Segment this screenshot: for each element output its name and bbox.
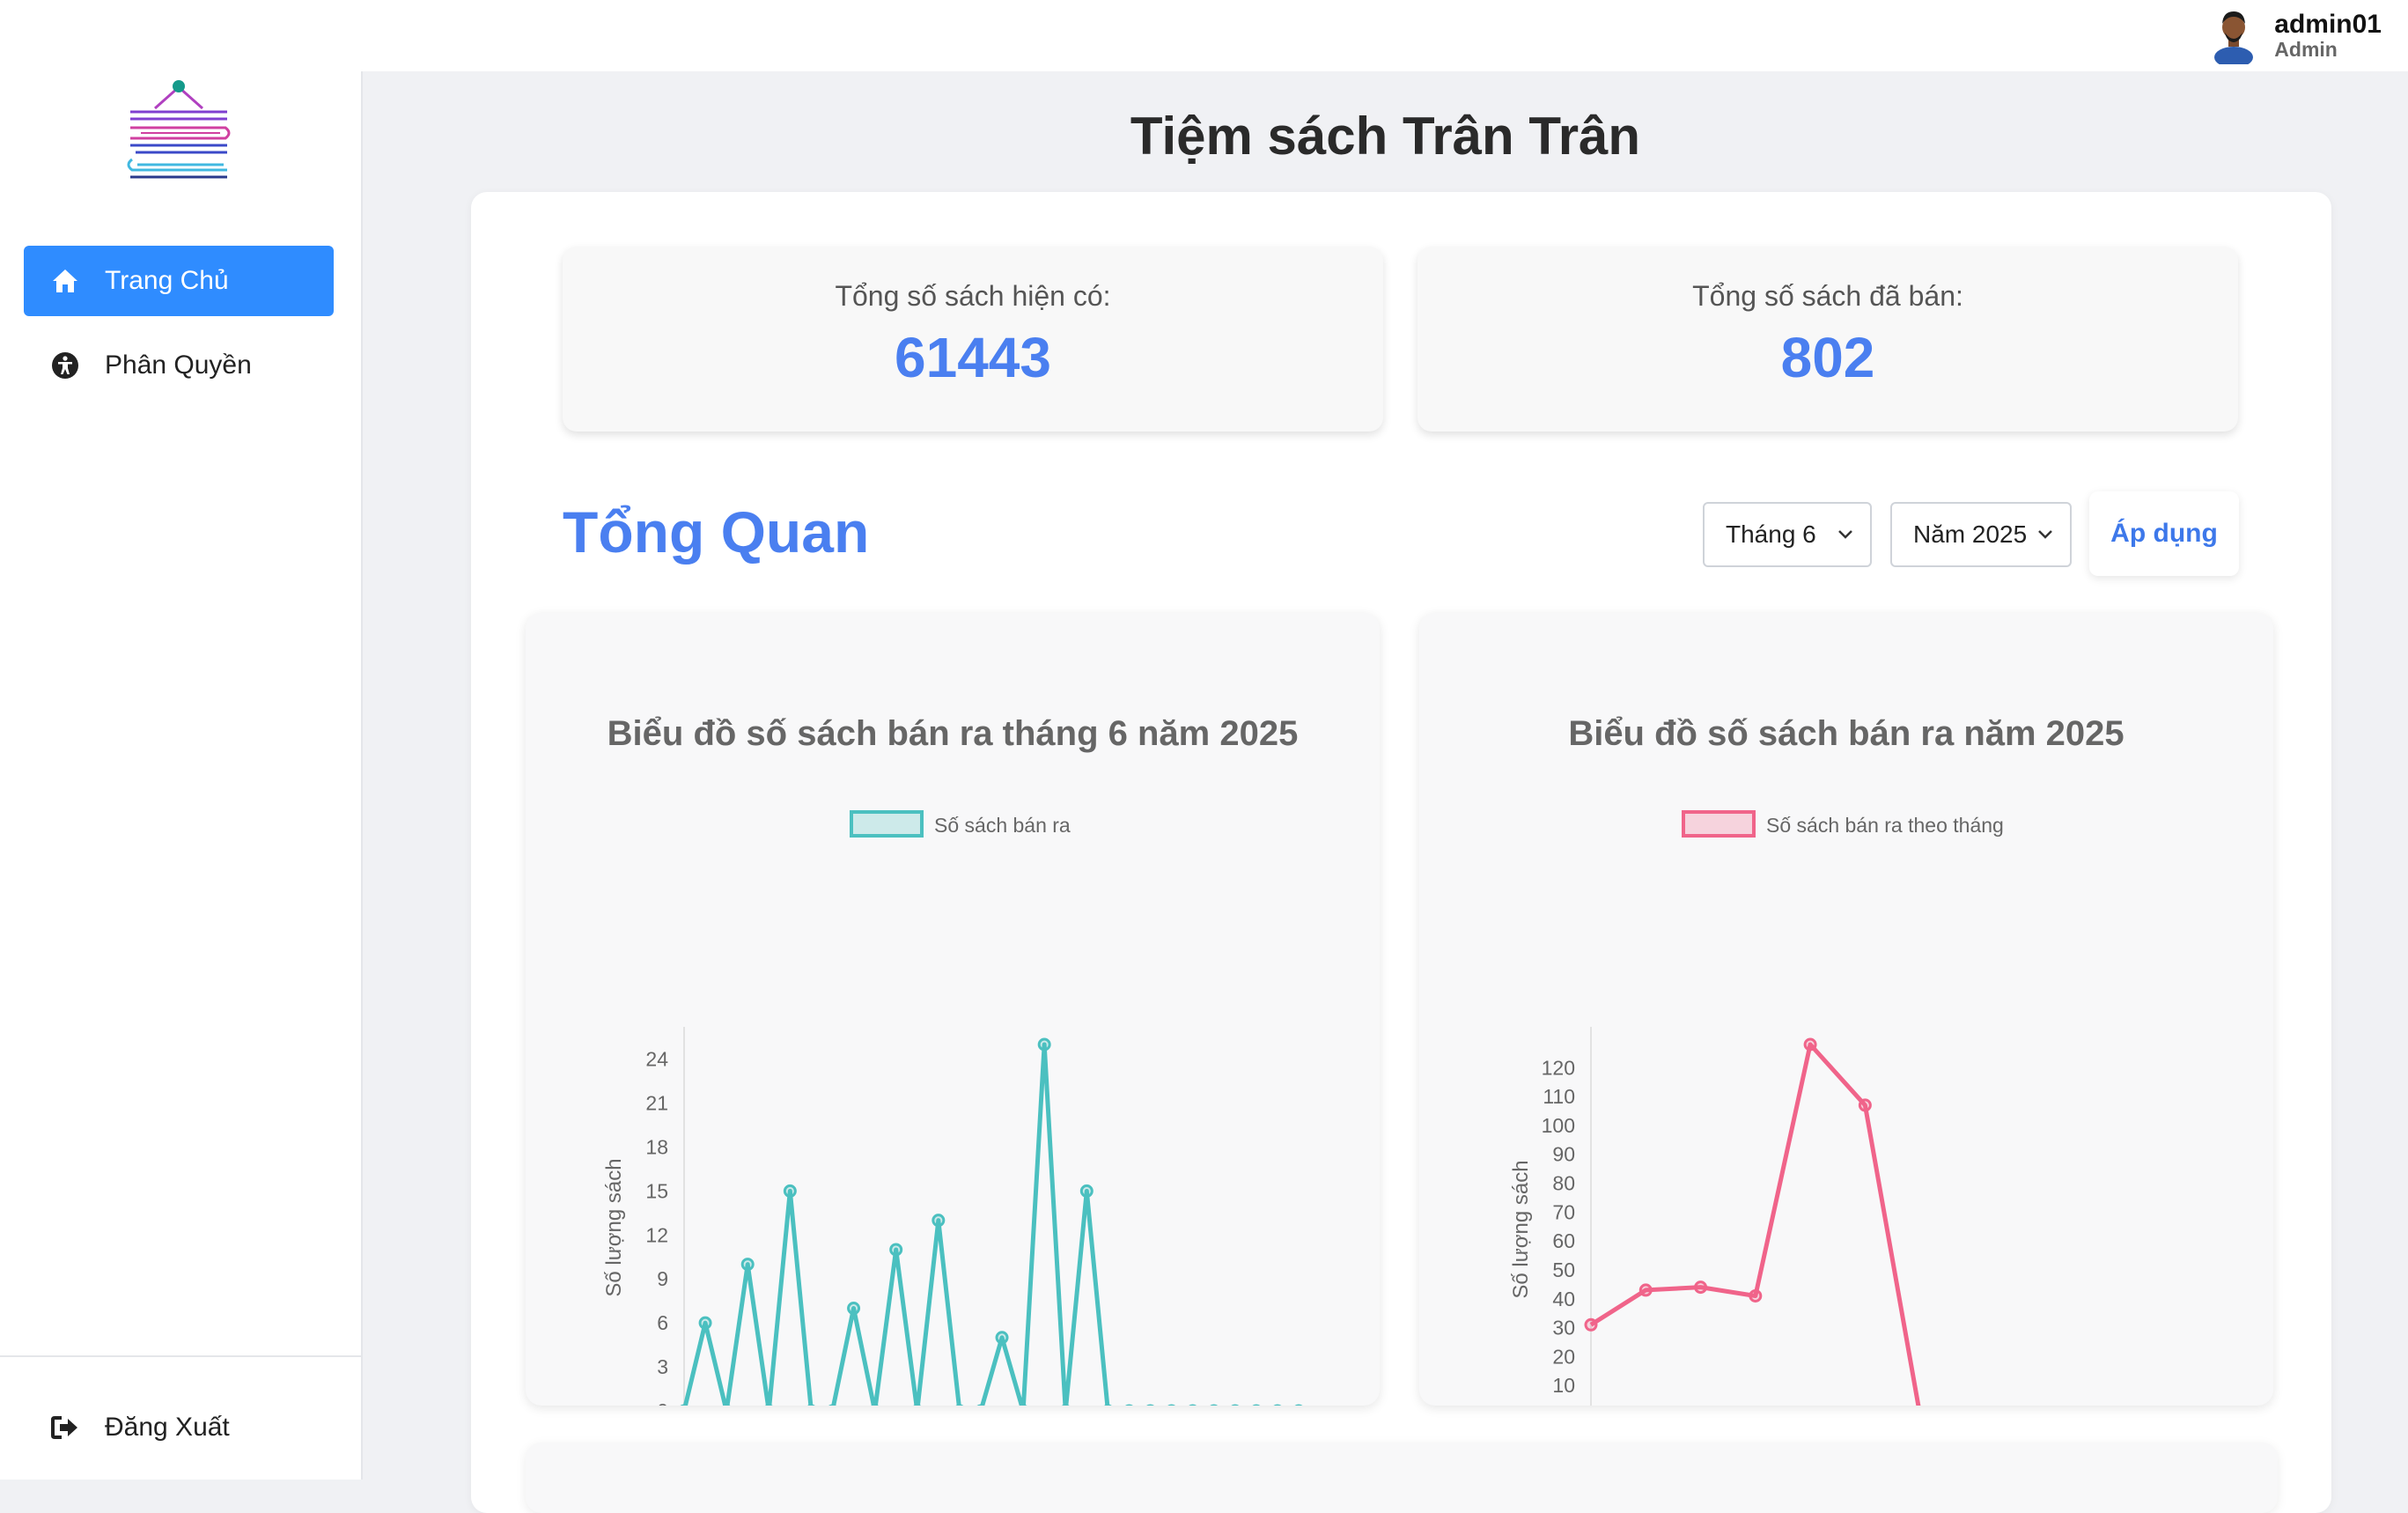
legend-label: Số sách bán ra (934, 814, 1071, 837)
sidebar: Trang Chủ Phân Quyền Đăng Xuất (0, 71, 363, 1480)
year-select-value: Năm 2025 (1913, 520, 2028, 548)
sidebar-divider (0, 1355, 363, 1357)
user-name: admin01 (2274, 9, 2382, 39)
y-tick-label: 0 (657, 1399, 668, 1406)
y-tick-label: 30 (1552, 1317, 1575, 1340)
avatar (2214, 11, 2254, 64)
monthly-sales-chart-card: Biểu đồ số sách bán ra năm 2025 Số sách b… (1419, 613, 2273, 1406)
y-axis-label: Số lượng sách (602, 1158, 626, 1296)
y-tick-label: 20 (1552, 1345, 1575, 1368)
month-select-value: Tháng 6 (1726, 520, 1816, 548)
sidebar-item-label: Trang Chủ (105, 266, 229, 295)
page-title: Tiệm sách Trân Trân (1130, 107, 1641, 166)
y-tick-label: 12 (645, 1223, 668, 1246)
chevron-down-icon (2038, 530, 2052, 539)
data-point (1584, 1317, 1598, 1332)
daily-sales-chart-card: Biểu đồ số sách bán ra tháng 6 năm 2025 S… (526, 613, 1380, 1406)
stat-label: Tổng số sách hiện có: (835, 280, 1111, 312)
series-line (1589, 1042, 1921, 1406)
accessibility-icon (50, 351, 80, 380)
chevron-down-icon (1838, 530, 1852, 539)
data-point (698, 1316, 712, 1330)
overview-title: Tổng Quan (563, 499, 870, 565)
data-point (1858, 1098, 1872, 1112)
data-point (1079, 1184, 1094, 1198)
monthly-sales-chart: Biểu đồ số sách bán ra năm 2025 Số sách b… (1509, 714, 2124, 1406)
chart-title: Biểu đồ số sách bán ra năm 2025 (1568, 714, 2124, 753)
daily-sales-chart: Biểu đồ số sách bán ra tháng 6 năm 2025 S… (602, 714, 1303, 1406)
extra-card (526, 1443, 2278, 1513)
month-select[interactable]: Tháng 6 (1703, 502, 1872, 567)
legend-swatch (850, 810, 924, 838)
y-tick-label: 40 (1552, 1288, 1575, 1310)
sidebar-item-home[interactable]: Trang Chủ (24, 246, 334, 316)
stat-card-available: Tổng số sách hiện có: 61443 (563, 247, 1383, 432)
y-tick-label: 60 (1552, 1229, 1575, 1252)
dashboard-panel: Tổng số sách hiện có: 61443 Tổng số sách… (471, 192, 2331, 1513)
series-line (682, 1042, 1110, 1406)
stat-card-sold: Tổng số sách đã bán: 802 (1418, 247, 2238, 432)
y-axis-label: Số lượng sách (1509, 1160, 1533, 1298)
data-point (932, 1214, 946, 1228)
y-tick-label: 24 (645, 1048, 668, 1071)
year-select[interactable]: Năm 2025 (1890, 502, 2072, 567)
y-tick-label: 120 (1542, 1056, 1575, 1079)
y-tick-label: 9 (657, 1267, 668, 1290)
y-tick-label: 18 (645, 1135, 668, 1158)
apply-button[interactable]: Áp dụng (2089, 491, 2239, 576)
home-icon (50, 266, 80, 296)
data-point (995, 1331, 1009, 1345)
y-tick-label: 21 (645, 1092, 668, 1115)
y-tick-label: 10 (1552, 1374, 1575, 1397)
data-point (1694, 1281, 1708, 1295)
bookstore-logo (127, 80, 231, 179)
y-tick-label: 0 (1564, 1403, 1575, 1406)
logout-button[interactable]: Đăng Xuất (24, 1392, 334, 1463)
data-point (1638, 1283, 1653, 1297)
y-tick-label: 70 (1552, 1200, 1575, 1223)
data-point (783, 1184, 797, 1198)
y-tick-label: 50 (1552, 1258, 1575, 1281)
legend-label: Số sách bán ra theo tháng (1766, 814, 2004, 837)
data-point (740, 1258, 755, 1272)
y-tick-label: 6 (657, 1311, 668, 1334)
y-tick-label: 3 (657, 1355, 668, 1378)
data-point (1037, 1037, 1051, 1052)
stat-value: 802 (1780, 326, 1875, 389)
stat-value: 61443 (895, 326, 1051, 389)
y-tick-label: 100 (1542, 1114, 1575, 1137)
user-role: Admin (2274, 37, 2338, 61)
chart-title: Biểu đồ số sách bán ra tháng 6 năm 2025 (608, 714, 1299, 753)
data-point (1749, 1288, 1763, 1303)
top-bar: admin01 Admin (0, 0, 2408, 71)
y-tick-label: 110 (1543, 1085, 1575, 1108)
logout-icon (50, 1413, 80, 1443)
sidebar-item-permissions[interactable]: Phân Quyền (24, 330, 334, 401)
y-tick-label: 80 (1552, 1172, 1575, 1195)
stat-label: Tổng số sách đã bán: (1692, 280, 1963, 312)
data-point (847, 1302, 861, 1316)
sidebar-item-label: Phân Quyền (105, 351, 252, 380)
y-tick-label: 15 (645, 1179, 668, 1202)
data-point (889, 1243, 903, 1257)
y-tick-label: 90 (1552, 1143, 1575, 1166)
data-point (1803, 1037, 1817, 1052)
legend-swatch (1682, 810, 1756, 838)
user-menu[interactable]: admin01 Admin (2209, 4, 2382, 67)
logout-label: Đăng Xuất (105, 1413, 230, 1442)
